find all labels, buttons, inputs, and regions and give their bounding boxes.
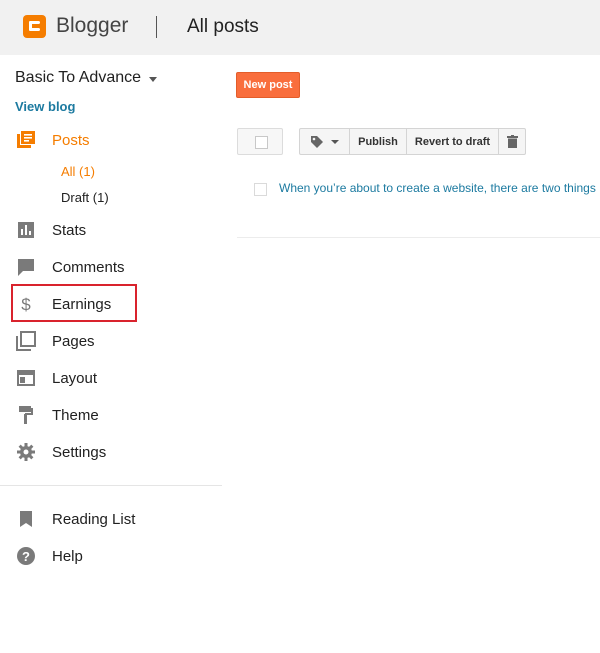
- post-title-link[interactable]: When you’re about to create a website, t…: [279, 181, 596, 195]
- sidebar-item-layout[interactable]: Layout: [16, 366, 97, 390]
- sidebar-item-theme[interactable]: Theme: [16, 403, 99, 427]
- sidebar-item-label: Settings: [52, 443, 107, 461]
- blog-name: Basic To Advance: [15, 69, 142, 86]
- sidebar-item-help[interactable]: ? Help: [16, 544, 83, 568]
- chevron-down-icon: [149, 76, 158, 82]
- row-divider: [237, 237, 600, 238]
- trash-icon: [506, 135, 518, 148]
- brand-name[interactable]: Blogger: [56, 14, 128, 38]
- revert-to-draft-button[interactable]: Revert to draft: [407, 129, 499, 154]
- help-icon: ?: [16, 546, 36, 566]
- bookmark-icon: [16, 509, 36, 529]
- checkbox-box: [255, 136, 268, 149]
- labels-dropdown-button[interactable]: [300, 129, 350, 154]
- sidebar-item-pages[interactable]: Pages: [16, 329, 95, 353]
- theme-icon: [16, 405, 36, 425]
- select-all-checkbox[interactable]: [237, 128, 283, 155]
- sidebar-subitem-draft[interactable]: Draft (1): [61, 190, 109, 205]
- sidebar-divider: [0, 485, 222, 486]
- label-icon: [310, 135, 324, 149]
- sidebar-item-label: Posts: [52, 131, 90, 149]
- sidebar: Basic To Advance View blog Posts All (1)…: [0, 55, 222, 653]
- sidebar-item-label: Pages: [52, 332, 95, 350]
- publish-button[interactable]: Publish: [350, 129, 407, 154]
- header-divider: [156, 16, 157, 38]
- sidebar-item-comments[interactable]: Comments: [16, 255, 125, 279]
- page-title: All posts: [187, 16, 259, 37]
- blogger-logo-icon[interactable]: [23, 15, 46, 38]
- sidebar-item-label: Theme: [52, 406, 99, 424]
- sidebar-item-reading-list[interactable]: Reading List: [16, 507, 135, 531]
- post-toolbar: Publish Revert to draft: [299, 128, 526, 155]
- sidebar-item-label: Help: [52, 547, 83, 565]
- view-blog-link[interactable]: View blog: [15, 99, 75, 114]
- settings-icon: [16, 442, 36, 462]
- stats-icon: [16, 220, 36, 240]
- layout-icon: [16, 368, 36, 388]
- blog-selector[interactable]: Basic To Advance: [15, 69, 158, 87]
- sidebar-item-stats[interactable]: Stats: [16, 218, 86, 242]
- earnings-highlight-box: [11, 284, 137, 322]
- sidebar-item-label: Comments: [52, 258, 125, 276]
- delete-button[interactable]: [499, 129, 525, 154]
- new-post-button[interactable]: New post: [236, 72, 300, 98]
- sidebar-item-label: Layout: [52, 369, 98, 387]
- top-bar: Blogger All posts: [0, 0, 600, 55]
- table-row: When you’re about to create a website, t…: [237, 176, 600, 208]
- comments-icon: [16, 257, 36, 277]
- sidebar-subitem-all[interactable]: All (1): [61, 164, 95, 179]
- pages-icon: [16, 331, 36, 351]
- sidebar-item-posts[interactable]: Posts: [16, 128, 90, 152]
- main-content: New post Publish Revert to draft When yo…: [222, 55, 600, 653]
- sidebar-item-label: Reading List: [52, 510, 136, 528]
- chevron-down-icon: [331, 139, 339, 144]
- sidebar-item-label: Stats: [52, 221, 87, 239]
- post-checkbox[interactable]: [254, 183, 267, 196]
- sidebar-item-settings[interactable]: Settings: [16, 440, 106, 464]
- posts-icon: [16, 130, 36, 150]
- svg-text:?: ?: [22, 549, 30, 564]
